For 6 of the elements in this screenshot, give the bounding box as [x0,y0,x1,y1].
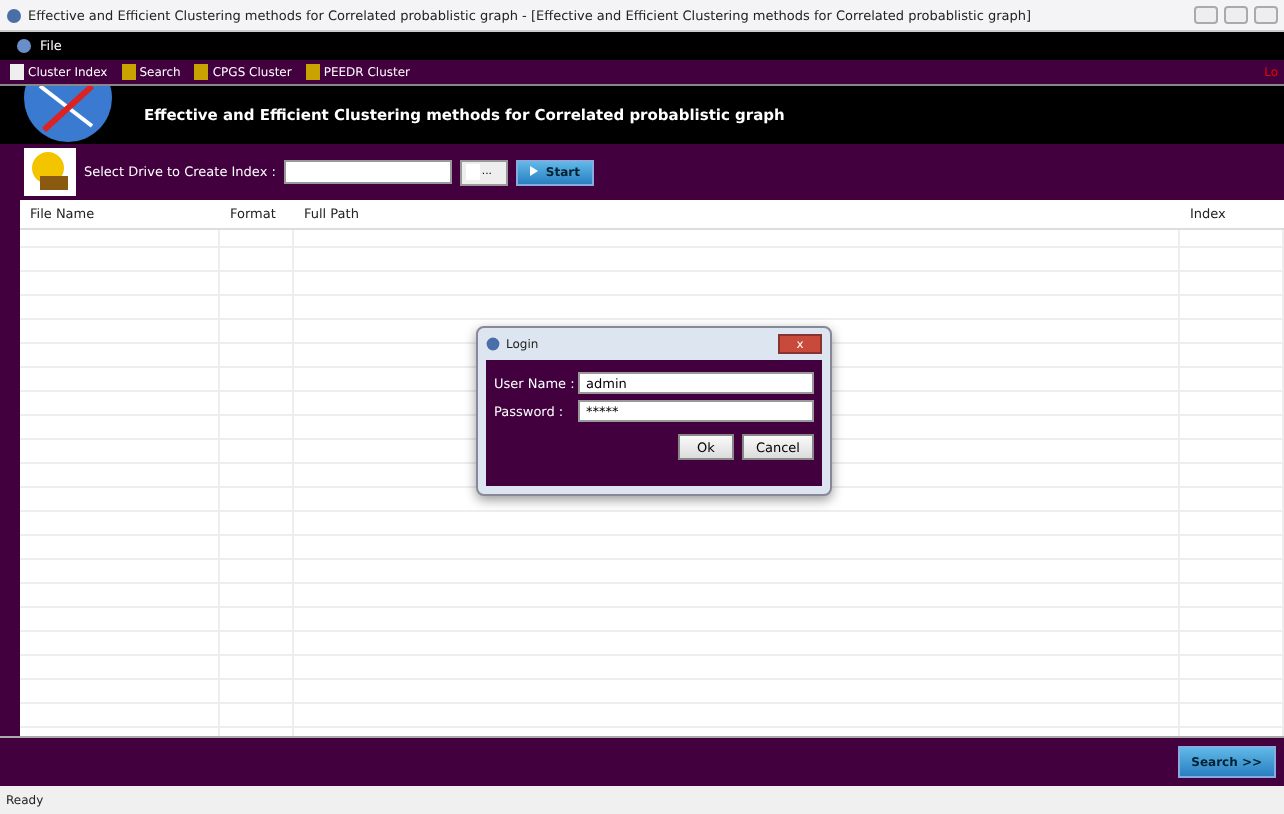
login-icon [486,336,500,352]
drive-field[interactable] [283,160,452,184]
maximize-button[interactable] [1224,6,1248,24]
play-icon [529,165,538,175]
close-button[interactable] [1254,6,1278,24]
minimize-button[interactable] [1194,6,1218,24]
